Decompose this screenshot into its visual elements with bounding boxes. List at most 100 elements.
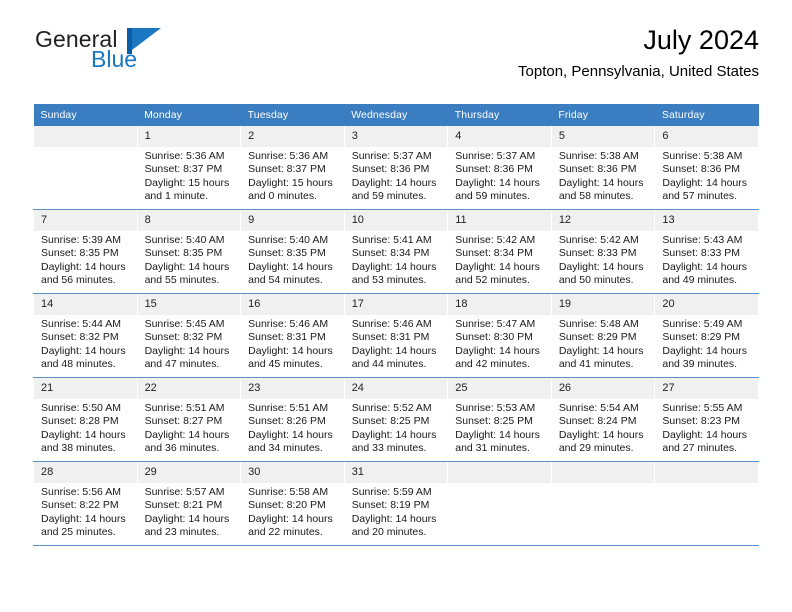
day-info-line: and 48 minutes. bbox=[41, 358, 116, 371]
calendar-day-cell[interactable]: 19 Sunrise: 5:48 AM Sunset: 8:29 PM Dayligh… bbox=[550, 293, 656, 378]
calendar-day-cell[interactable]: 13 Sunrise: 5:43 AM Sunset: 8:33 PM Dayligh… bbox=[654, 209, 759, 294]
day-info-line: and 33 minutes. bbox=[351, 442, 427, 455]
day-info-line: Sunrise: 5:47 AM bbox=[455, 318, 536, 330]
calendar-day-cell[interactable]: 26 Sunrise: 5:54 AM Sunset: 8:24 PM Dayligh… bbox=[550, 377, 656, 462]
day-info-line: and 50 minutes. bbox=[558, 274, 634, 287]
day-sun-info: Sunrise: 5:46 AM Sunset: 8:31 PM Daylight:… bbox=[345, 315, 448, 372]
day-number: 17 bbox=[344, 294, 448, 315]
day-info-line: Daylight: 14 hours bbox=[455, 428, 540, 441]
page-header: General Blue July 2024 Topton, Pennsylva… bbox=[33, 0, 759, 80]
day-info-line: Daylight: 14 hours bbox=[248, 344, 333, 357]
day-info-line: Daylight: 15 hours bbox=[248, 176, 333, 189]
day-info-line: Sunrise: 5:38 AM bbox=[662, 150, 743, 162]
day-info-line: Sunrise: 5:53 AM bbox=[455, 402, 536, 414]
calendar-day-cell[interactable]: 7 Sunrise: 5:39 AM Sunset: 8:35 PM Daylight… bbox=[33, 209, 138, 294]
day-info-line: Sunrise: 5:36 AM bbox=[144, 150, 225, 162]
calendar-day-cell[interactable]: 24 Sunrise: 5:52 AM Sunset: 8:25 PM Dayligh… bbox=[343, 377, 449, 462]
calendar-day-cell[interactable]: 10 Sunrise: 5:41 AM Sunset: 8:34 PM Dayligh… bbox=[343, 209, 449, 294]
day-info-line: Sunset: 8:35 PM bbox=[248, 247, 326, 260]
calendar-day-cell[interactable]: 15 Sunrise: 5:45 AM Sunset: 8:32 PM Dayligh… bbox=[136, 293, 242, 378]
day-number: 23 bbox=[241, 378, 344, 399]
day-sun-info: Sunrise: 5:39 AM Sunset: 8:35 PM Daylight:… bbox=[34, 231, 137, 288]
calendar-day-cell[interactable]: 28 Sunrise: 5:56 AM Sunset: 8:22 PM Dayligh… bbox=[33, 461, 138, 546]
day-info-line: Sunrise: 5:54 AM bbox=[558, 402, 639, 414]
day-info-line: Sunrise: 5:58 AM bbox=[248, 486, 329, 498]
calendar-day-cell[interactable]: 14 Sunrise: 5:44 AM Sunset: 8:32 PM Dayligh… bbox=[33, 293, 138, 378]
calendar-day-cell[interactable]: 5 Sunrise: 5:38 AM Sunset: 8:36 PM Daylight… bbox=[550, 126, 656, 210]
day-info-line: Sunset: 8:19 PM bbox=[351, 499, 430, 512]
day-info-line: Sunset: 8:21 PM bbox=[144, 499, 223, 512]
day-number: 5 bbox=[551, 126, 655, 147]
calendar-day-cell[interactable]: 21 Sunrise: 5:50 AM Sunset: 8:28 PM Dayligh… bbox=[33, 377, 138, 462]
day-info-line: and 29 minutes. bbox=[558, 442, 634, 455]
day-number bbox=[448, 462, 551, 483]
day-info-line: and 34 minutes. bbox=[248, 442, 323, 455]
calendar-day-cell[interactable]: 1 Sunrise: 5:36 AM Sunset: 8:37 PM Daylight… bbox=[136, 126, 242, 210]
calendar-day-cell[interactable]: 17 Sunrise: 5:46 AM Sunset: 8:31 PM Dayligh… bbox=[343, 293, 449, 378]
day-sun-info: Sunrise: 5:53 AM Sunset: 8:25 PM Daylight:… bbox=[448, 399, 551, 456]
day-info-line: Daylight: 14 hours bbox=[351, 260, 437, 273]
day-info-line: Sunset: 8:25 PM bbox=[351, 415, 430, 428]
day-info-line: and 47 minutes. bbox=[144, 358, 220, 371]
day-info-line: and 20 minutes. bbox=[351, 526, 427, 539]
calendar-week-row: 14 Sunrise: 5:44 AM Sunset: 8:32 PM Dayligh… bbox=[33, 293, 759, 378]
day-info-line: Sunset: 8:36 PM bbox=[558, 163, 637, 176]
day-info-line: Sunrise: 5:51 AM bbox=[248, 402, 329, 414]
day-info-line: and 58 minutes. bbox=[558, 190, 634, 203]
calendar-day-cell[interactable]: 11 Sunrise: 5:42 AM Sunset: 8:34 PM Dayligh… bbox=[447, 209, 552, 294]
day-info-line: Daylight: 14 hours bbox=[144, 260, 230, 273]
calendar-day-cell[interactable]: 8 Sunrise: 5:40 AM Sunset: 8:35 PM Daylight… bbox=[136, 209, 242, 294]
day-info-line: Sunset: 8:33 PM bbox=[662, 247, 741, 260]
calendar-day-cell[interactable]: 9 Sunrise: 5:40 AM Sunset: 8:35 PM Daylight… bbox=[240, 209, 345, 294]
day-info-line: Daylight: 15 hours bbox=[144, 176, 230, 189]
weekday-header-tuesday: Tuesday bbox=[240, 104, 345, 126]
page-title: July 2024 bbox=[643, 25, 759, 55]
day-info-line: Daylight: 14 hours bbox=[558, 176, 644, 189]
day-sun-info: Sunrise: 5:38 AM Sunset: 8:36 PM Daylight:… bbox=[655, 147, 758, 204]
day-info-line: Sunset: 8:23 PM bbox=[662, 415, 741, 428]
calendar-day-cell[interactable]: 12 Sunrise: 5:42 AM Sunset: 8:33 PM Dayligh… bbox=[550, 209, 656, 294]
day-info-line: and 38 minutes. bbox=[41, 442, 116, 455]
calendar-day-cell[interactable]: 22 Sunrise: 5:51 AM Sunset: 8:27 PM Dayligh… bbox=[136, 377, 242, 462]
day-number bbox=[551, 462, 655, 483]
calendar-day-cell[interactable]: 25 Sunrise: 5:53 AM Sunset: 8:25 PM Dayligh… bbox=[447, 377, 552, 462]
calendar-week-row: 21 Sunrise: 5:50 AM Sunset: 8:28 PM Dayligh… bbox=[33, 377, 759, 462]
day-info-line: Sunset: 8:36 PM bbox=[455, 163, 533, 176]
day-info-line: Daylight: 14 hours bbox=[351, 428, 437, 441]
day-sun-info: Sunrise: 5:51 AM Sunset: 8:26 PM Daylight:… bbox=[241, 399, 344, 456]
day-info-line: and 59 minutes. bbox=[351, 190, 427, 203]
calendar-page: General Blue July 2024 Topton, Pennsylva… bbox=[0, 0, 792, 612]
day-info-line: Sunset: 8:26 PM bbox=[248, 415, 326, 428]
day-sun-info: Sunrise: 5:40 AM Sunset: 8:35 PM Daylight:… bbox=[138, 231, 241, 288]
day-info-line: Sunset: 8:32 PM bbox=[144, 331, 223, 344]
calendar-day-cell[interactable]: 27 Sunrise: 5:55 AM Sunset: 8:23 PM Dayligh… bbox=[654, 377, 759, 462]
calendar-day-cell[interactable]: 18 Sunrise: 5:47 AM Sunset: 8:30 PM Dayligh… bbox=[447, 293, 552, 378]
day-info-line: Sunrise: 5:59 AM bbox=[351, 486, 432, 498]
calendar-day-cell[interactable]: 16 Sunrise: 5:46 AM Sunset: 8:31 PM Dayligh… bbox=[240, 293, 345, 378]
calendar-day-cell[interactable]: 29 Sunrise: 5:57 AM Sunset: 8:21 PM Dayligh… bbox=[136, 461, 242, 546]
day-info-line: Sunrise: 5:46 AM bbox=[248, 318, 329, 330]
day-info-line: Daylight: 14 hours bbox=[248, 260, 333, 273]
title-block: July 2024 Topton, Pennsylvania, United S… bbox=[518, 24, 759, 82]
day-info-line: Sunrise: 5:40 AM bbox=[248, 234, 329, 246]
day-sun-info: Sunrise: 5:40 AM Sunset: 8:35 PM Daylight:… bbox=[241, 231, 344, 288]
calendar-day-cell[interactable]: 31 Sunrise: 5:59 AM Sunset: 8:19 PM Dayligh… bbox=[343, 461, 449, 546]
day-info-line: Sunrise: 5:42 AM bbox=[558, 234, 639, 246]
calendar-day-cell[interactable]: 23 Sunrise: 5:51 AM Sunset: 8:26 PM Dayligh… bbox=[240, 377, 345, 462]
day-info-line: Sunrise: 5:51 AM bbox=[144, 402, 225, 414]
calendar-day-cell[interactable]: 30 Sunrise: 5:58 AM Sunset: 8:20 PM Dayligh… bbox=[240, 461, 345, 546]
day-info-line: and 0 minutes. bbox=[248, 190, 318, 203]
calendar-day-cell[interactable]: 2 Sunrise: 5:36 AM Sunset: 8:37 PM Daylight… bbox=[240, 126, 345, 210]
day-info-line: Sunset: 8:34 PM bbox=[351, 247, 430, 260]
calendar-day-cell[interactable]: 3 Sunrise: 5:37 AM Sunset: 8:36 PM Daylight… bbox=[343, 126, 449, 210]
page-subtitle: Topton, Pennsylvania, United States bbox=[518, 63, 759, 80]
day-info-line: Sunset: 8:27 PM bbox=[144, 415, 223, 428]
day-info-line: and 45 minutes. bbox=[248, 358, 323, 371]
calendar-day-cell[interactable]: 20 Sunrise: 5:49 AM Sunset: 8:29 PM Dayligh… bbox=[654, 293, 759, 378]
calendar-day-cell[interactable]: 6 Sunrise: 5:38 AM Sunset: 8:36 PM Daylight… bbox=[654, 126, 759, 210]
day-sun-info: Sunrise: 5:57 AM Sunset: 8:21 PM Daylight:… bbox=[138, 483, 241, 540]
brand-logo[interactable]: General Blue bbox=[35, 26, 235, 76]
day-info-line: Sunset: 8:32 PM bbox=[41, 331, 119, 344]
day-number: 14 bbox=[34, 294, 137, 315]
calendar-day-cell[interactable]: 4 Sunrise: 5:37 AM Sunset: 8:36 PM Daylight… bbox=[447, 126, 552, 210]
